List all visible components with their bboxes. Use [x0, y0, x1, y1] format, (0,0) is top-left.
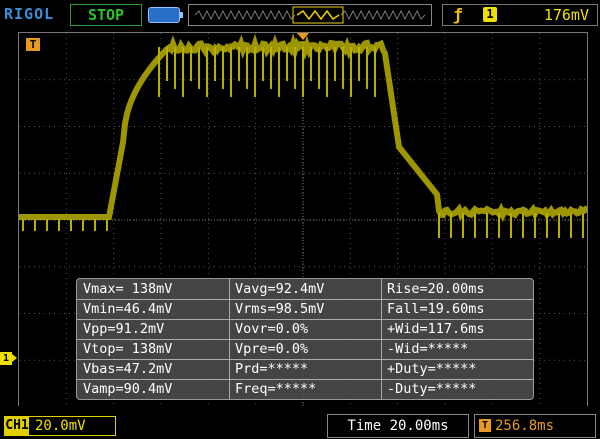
measurement-value: Prd=***** [235, 360, 308, 378]
measurement-value: Vamp=90.4mV [83, 380, 172, 398]
measurement-value: Vpre=0.0% [235, 340, 308, 358]
measurement-value: Vbas=47.2mV [83, 360, 172, 378]
rising-edge-icon: ƒ [453, 5, 463, 24]
measurement-value: Freq=***** [235, 380, 316, 398]
memory-overview-graphic [189, 5, 431, 25]
trigger-position-marker[interactable]: T [26, 38, 40, 51]
measurement-value: Vmax= 138mV [83, 280, 172, 298]
trigger-info[interactable]: ƒ 1 176mV [442, 4, 598, 26]
brand-logo: RIGOL [4, 5, 54, 23]
trigger-level: 176mV [544, 6, 589, 24]
measurement-value: Vavg=92.4mV [235, 280, 324, 298]
bottom-bar: CH1 20.0mV Time 20.00ms T 256.8ms [0, 406, 600, 439]
waveform-memory-overview [188, 4, 432, 26]
measurement-value: Vmin=46.4mV [83, 300, 172, 318]
trigger-offset-value: 256.8ms [495, 415, 554, 437]
run-stop-status[interactable]: STOP [70, 4, 142, 26]
channel1-offset-marker[interactable]: 1 [0, 352, 12, 365]
measurement-value: -Duty=***** [387, 380, 476, 398]
measurement-value: +Wid=117.6ms [387, 320, 485, 338]
measurement-value: +Duty=***** [387, 360, 476, 378]
channel1-tag: CH1 [5, 417, 29, 435]
measurement-value: Vpp=91.2mV [83, 320, 164, 338]
channel1-scale[interactable]: CH1 20.0mV [4, 416, 116, 436]
trigger-source: 1 [483, 7, 497, 22]
trigger-offset[interactable]: T 256.8ms [474, 414, 596, 438]
channel1-scale-value: 20.0mV [35, 417, 86, 435]
measurement-panel: Vmax= 138mV Vavg=92.4mV Rise=20.00ms Vmin=4… [76, 278, 534, 400]
measurement-value: Vtop= 138mV [83, 340, 172, 358]
measurement-value: -Wid=***** [387, 340, 468, 358]
timebase[interactable]: Time 20.00ms [327, 414, 469, 438]
trigger-offset-tag: T [479, 419, 491, 432]
measurement-value: Fall=19.60ms [387, 300, 485, 318]
memory-depth-icon [148, 7, 180, 23]
status-bar: RIGOL STOP ƒ 1 176mV [0, 0, 600, 28]
measurement-value: Rise=20.00ms [387, 280, 485, 298]
measurement-value: Vrms=98.5mV [235, 300, 324, 318]
measurement-value: Vovr=0.0% [235, 320, 308, 338]
